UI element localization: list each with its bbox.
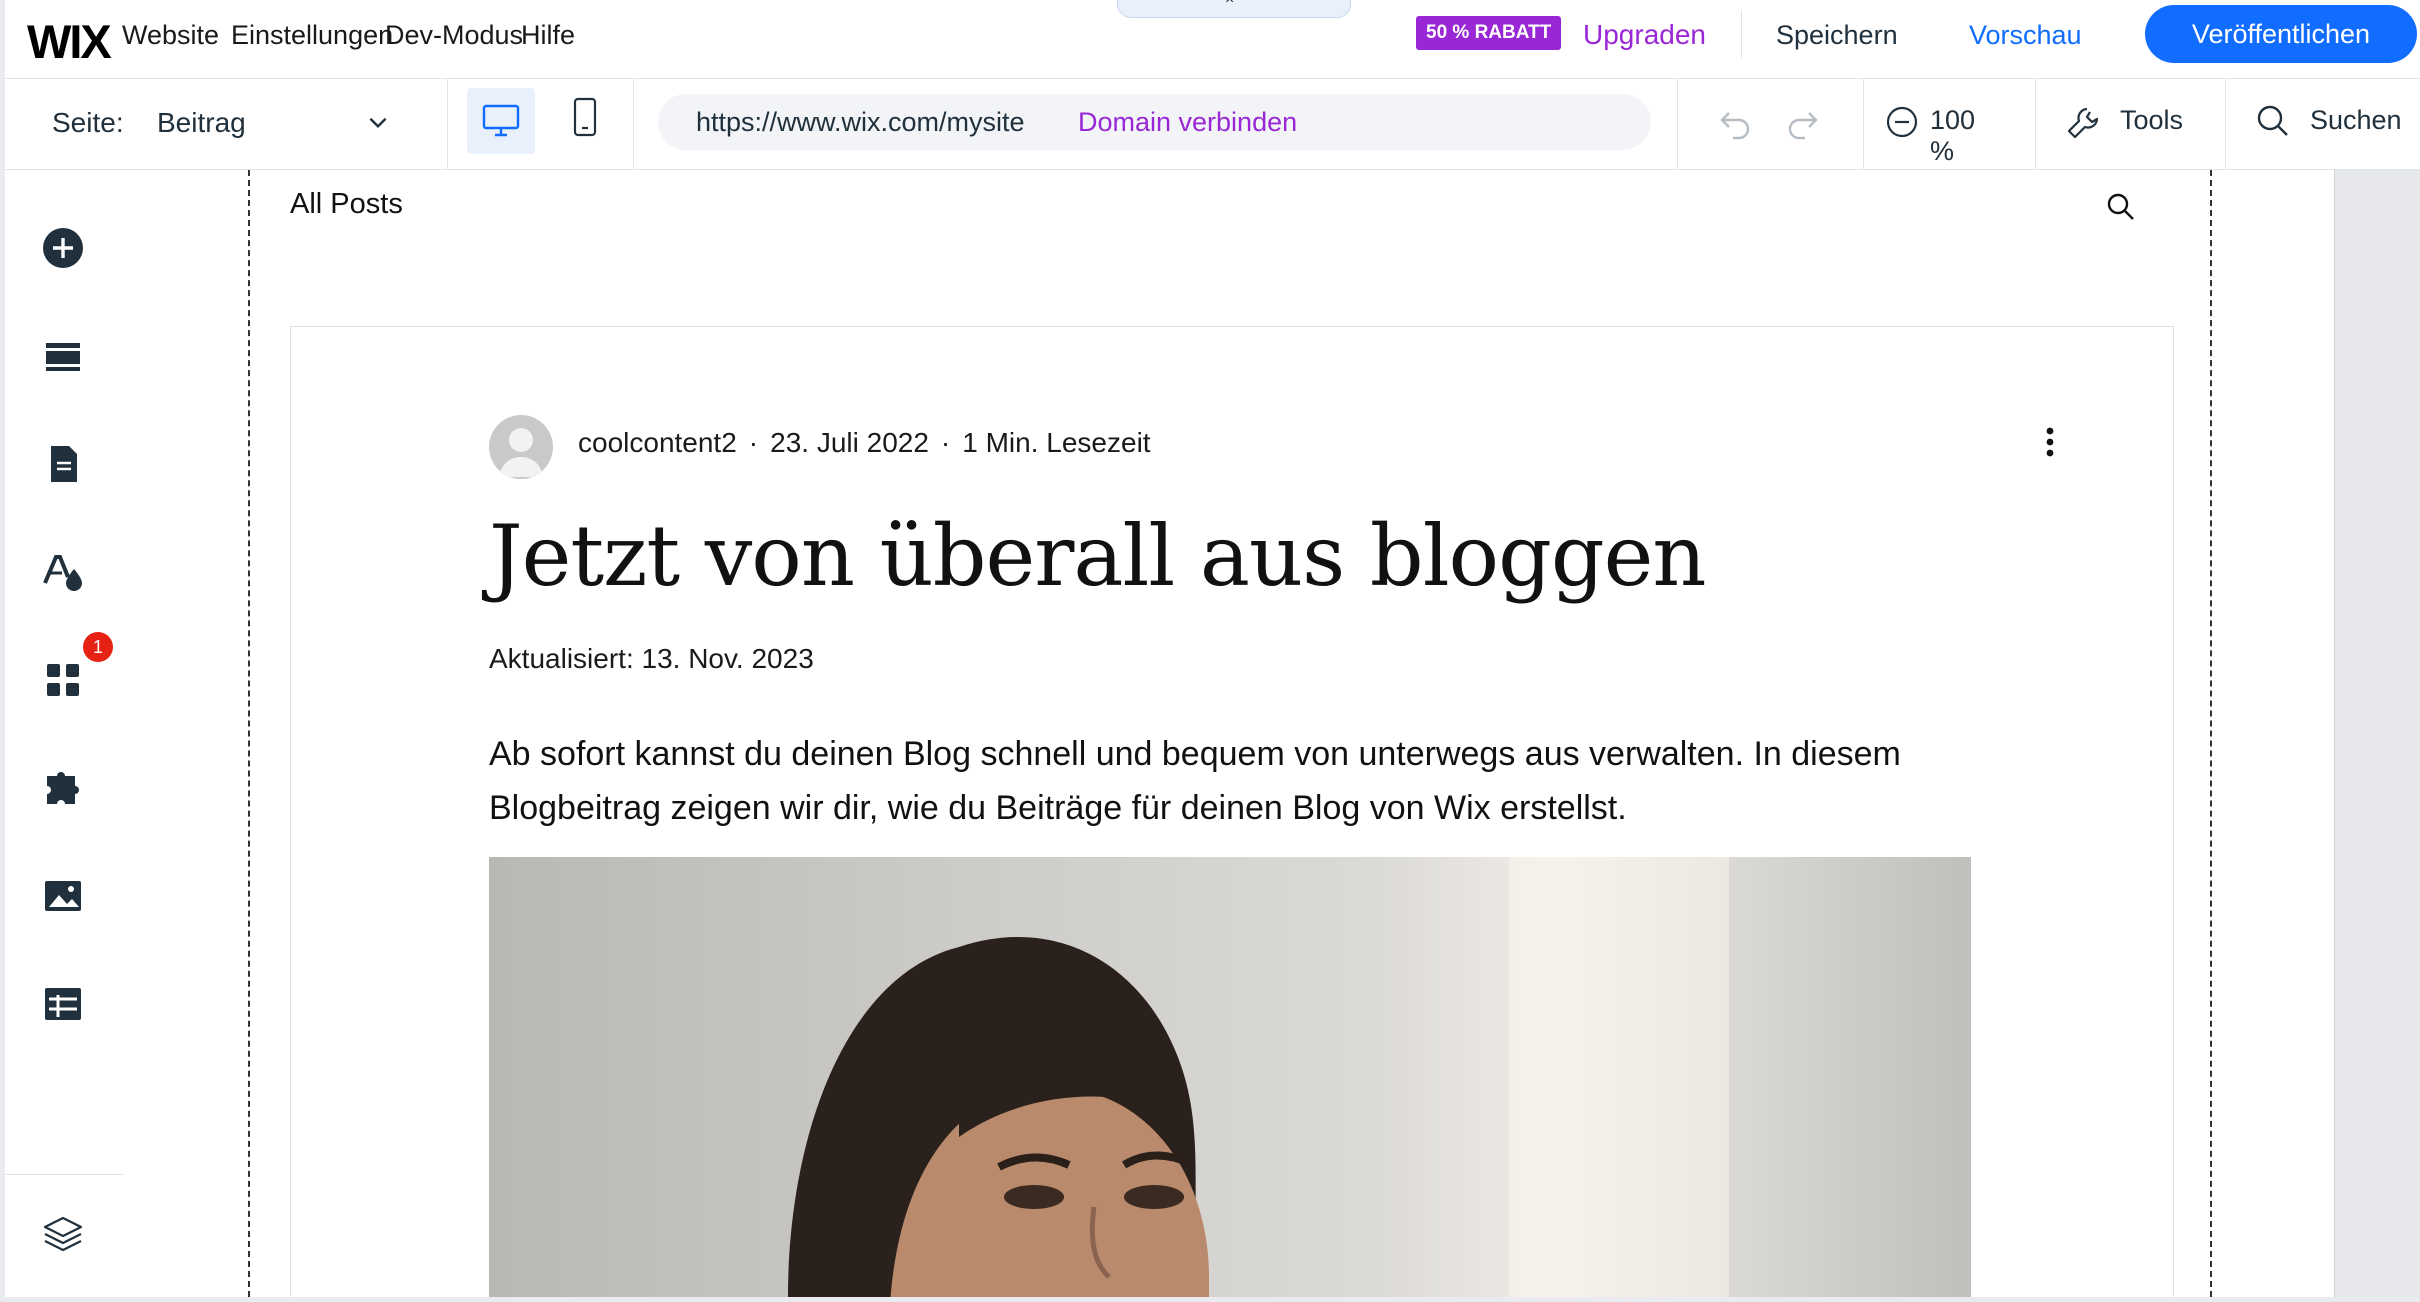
grid-line-right xyxy=(2210,170,2212,1297)
divider xyxy=(633,79,634,169)
connect-domain-link[interactable]: Domain verbinden xyxy=(1078,107,1297,138)
layers-icon xyxy=(43,1216,83,1252)
menu-dev-modus[interactable]: Dev-Modus xyxy=(385,20,523,51)
panel-handle-tab[interactable]: × xyxy=(1117,0,1351,18)
menu-website[interactable]: Website xyxy=(122,20,219,51)
puzzle-icon xyxy=(47,772,79,804)
post-date: 23. Juli 2022 xyxy=(770,427,929,458)
divider xyxy=(1677,79,1678,169)
divider xyxy=(447,79,448,169)
search-icon xyxy=(2257,105,2288,136)
plus-circle-icon xyxy=(43,228,83,268)
save-button[interactable]: Speichern xyxy=(1776,20,1898,51)
read-time: 1 Min. Lesezeit xyxy=(962,427,1151,458)
tools-label: Tools xyxy=(2120,105,2184,135)
page-selector[interactable]: Beitrag xyxy=(157,107,246,139)
add-elements-button[interactable] xyxy=(35,220,91,276)
media-button[interactable] xyxy=(35,868,91,924)
divider xyxy=(2225,79,2226,169)
grid-line-left xyxy=(248,170,250,1297)
redo-icon[interactable] xyxy=(1783,105,1821,146)
desktop-icon xyxy=(482,104,520,137)
business-tools-button[interactable] xyxy=(35,760,91,816)
discount-badge[interactable]: 50 % RABATT xyxy=(1416,16,1562,50)
theme-icon xyxy=(43,555,82,591)
left-sidebar: 1 xyxy=(5,170,125,1297)
editor-canvas[interactable]: All Posts coolcontent2 · 23. Juli 2022 · 1 M… xyxy=(124,170,2334,1297)
search-button[interactable]: Suchen xyxy=(2255,101,2420,145)
zoom-level: 100 % xyxy=(1930,105,1976,166)
user-icon xyxy=(499,428,543,477)
design-button[interactable] xyxy=(35,544,91,600)
sidebar-divider xyxy=(5,1174,124,1175)
image-icon xyxy=(45,881,81,911)
zoom-out-icon[interactable] xyxy=(1885,105,1919,139)
divider xyxy=(1863,79,1864,169)
canvas-margin xyxy=(2334,170,2420,1297)
cms-button[interactable] xyxy=(35,976,91,1032)
divider xyxy=(1741,10,1742,58)
pages-button[interactable] xyxy=(35,436,91,492)
separator: · xyxy=(940,427,951,458)
editor-toolbar: Seite: Beitrag https://www.wix.com/mysit… xyxy=(5,79,2420,170)
site-url-bar[interactable]: https://www.wix.com/mysite Domain verbin… xyxy=(658,94,1651,150)
wix-editor: WIX Website Einstellungen Dev-Modus Hilf… xyxy=(0,0,2420,1302)
menu-hilfe[interactable]: Hilfe xyxy=(521,20,575,51)
tools-button[interactable]: Tools xyxy=(2065,101,2185,145)
post-hero-image[interactable] xyxy=(489,857,1971,1297)
portrait-photo xyxy=(787,937,1209,1297)
wix-logo[interactable]: WIX xyxy=(27,14,112,69)
zoom-control[interactable]: 100 % xyxy=(1885,101,2005,166)
sections-icon xyxy=(46,343,80,371)
search-icon[interactable] xyxy=(2106,192,2136,227)
preview-button[interactable]: Vorschau xyxy=(1969,20,2082,51)
desktop-view-button[interactable] xyxy=(467,88,535,154)
undo-icon[interactable] xyxy=(1717,105,1755,146)
site-url: https://www.wix.com/mysite xyxy=(696,107,1025,137)
mobile-view-button[interactable] xyxy=(567,91,607,151)
top-bar: WIX Website Einstellungen Dev-Modus Hilf… xyxy=(5,0,2420,79)
post-excerpt: Ab sofort kannst du deinen Blog schnell … xyxy=(489,735,1901,827)
wrench-icon xyxy=(2067,107,2099,139)
more-options-icon[interactable] xyxy=(2043,425,2057,464)
blog-post[interactable]: coolcontent2 · 23. Juli 2022 · 1 Min. Leseze… xyxy=(290,326,2174,1297)
upgrade-link[interactable]: Upgraden xyxy=(1583,19,1706,51)
mobile-icon xyxy=(573,97,597,137)
post-meta: coolcontent2 · 23. Juli 2022 · 1 Min. Leseze… xyxy=(578,427,1151,459)
search-label: Suchen xyxy=(2310,105,2402,135)
author-avatar[interactable] xyxy=(489,415,553,479)
apps-button[interactable] xyxy=(35,652,91,708)
close-icon[interactable]: × xyxy=(1225,0,1234,9)
post-title: Jetzt von überall aus bloggen xyxy=(489,507,1706,605)
publish-button[interactable]: Veröffentlichen xyxy=(2145,5,2417,63)
sections-button[interactable] xyxy=(35,328,91,384)
page-label: Seite: xyxy=(52,107,124,138)
author-name[interactable]: coolcontent2 xyxy=(578,427,737,459)
apps-grid-icon xyxy=(47,664,79,696)
menu-einstellungen[interactable]: Einstellungen xyxy=(231,20,393,51)
divider xyxy=(2035,79,2036,169)
notification-badge: 1 xyxy=(83,632,113,662)
table-icon xyxy=(45,988,81,1020)
separator: · xyxy=(748,427,759,458)
chevron-down-icon[interactable] xyxy=(365,109,391,140)
post-updated-date: Aktualisiert: 13. Nov. 2023 xyxy=(489,643,814,674)
blog-nav-all-posts[interactable]: All Posts xyxy=(290,188,403,221)
page-icon xyxy=(51,446,77,482)
layers-button[interactable] xyxy=(35,1206,91,1262)
